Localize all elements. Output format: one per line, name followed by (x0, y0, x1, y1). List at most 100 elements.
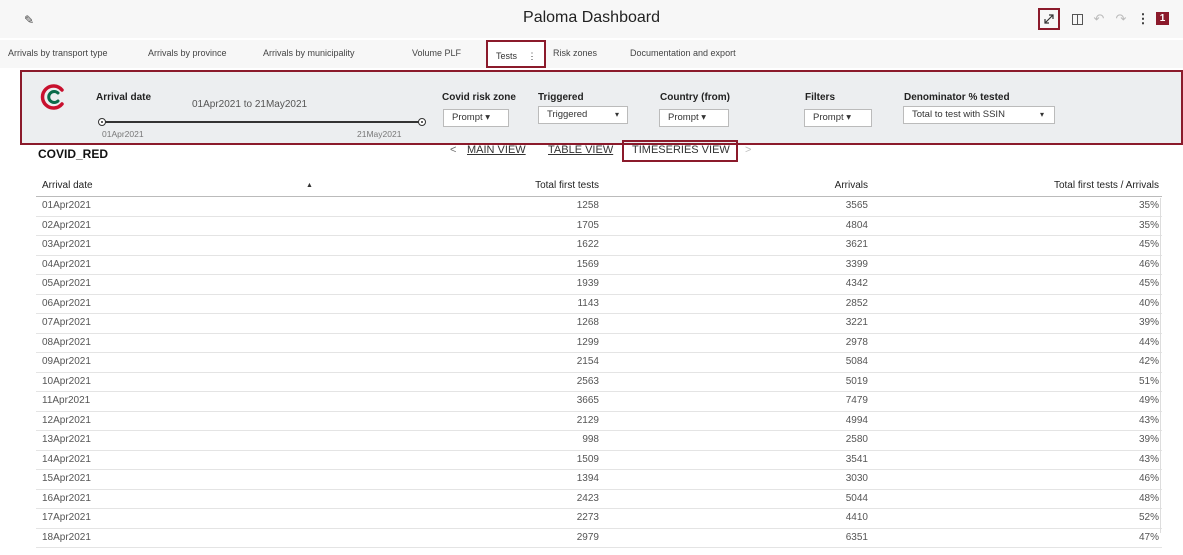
denominator-value: Total to test with SSIN (912, 109, 1005, 120)
table-row[interactable]: 14Apr2021 1509 3541 43% (36, 451, 1162, 470)
filters-label: Filters (805, 92, 836, 103)
cell-arrivals: 3030 (845, 473, 868, 484)
next-view-arrow[interactable]: > (745, 144, 751, 156)
cell-total-first-tests: 2979 (576, 531, 599, 543)
tab-volume-plf[interactable]: Volume PLF (412, 48, 461, 58)
cell-arrivals: 3565 (845, 200, 868, 211)
cell-arrivals: 4342 (845, 278, 868, 289)
table-row[interactable]: 12Apr2021 2129 4994 43% (36, 412, 1162, 431)
country-select[interactable]: Prompt ▾ (659, 109, 729, 127)
timeseries-view-link[interactable]: TIMESERIES VIEW (622, 140, 738, 162)
tab-tests[interactable]: Tests ⋮ (486, 40, 546, 68)
table-row[interactable]: 18Apr2021 2979 6351 47% (36, 529, 1162, 548)
cell-arrival-date: 12Apr2021 (42, 414, 91, 426)
maximize-icon[interactable] (1038, 8, 1060, 30)
notification-badge[interactable]: 1 (1156, 12, 1169, 25)
panel-icon[interactable] (1066, 8, 1088, 30)
cell-arrival-date: 16Apr2021 (42, 492, 91, 504)
table-row[interactable]: 10Apr2021 2563 5019 51% (36, 373, 1162, 392)
tab-risk-zones[interactable]: Risk zones (553, 48, 597, 58)
cell-ratio: 35% (1138, 219, 1159, 231)
cell-arrival-date: 14Apr2021 (42, 453, 91, 465)
cell-total-first-tests: 2423 (576, 492, 599, 504)
cell-ratio: 46% (1138, 258, 1159, 270)
cell-ratio: 42% (1138, 356, 1159, 367)
cell-ratio: 43% (1138, 414, 1159, 426)
cell-arrivals: 2852 (845, 297, 868, 309)
cell-ratio: 45% (1138, 278, 1159, 289)
page-title: Paloma Dashboard (523, 9, 660, 26)
cell-arrival-date: 18Apr2021 (42, 531, 91, 543)
cell-total-first-tests: 2273 (576, 512, 599, 523)
col-header-ratio[interactable]: Total first tests / Arrivals (1054, 180, 1159, 191)
table-body: 01Apr2021 1258 3565 35% 02Apr2021 1705 4804 35%… (36, 197, 1162, 548)
view-switcher: < MAIN VIEW TABLE VIEW TIMESERIES VIEW > (450, 140, 760, 162)
col-header-total-first-tests[interactable]: Total first tests (535, 180, 599, 191)
cell-ratio: 39% (1138, 317, 1159, 328)
table-row[interactable]: 05Apr2021 1939 4342 45% (36, 275, 1162, 295)
country-label: Country (from) (660, 92, 730, 103)
cell-arrival-date: 03Apr2021 (42, 239, 91, 250)
arrival-date-label: Arrival date (96, 92, 152, 103)
cell-arrivals: 5044 (845, 492, 868, 504)
covid-risk-select[interactable]: Prompt ▾ (443, 109, 509, 127)
cell-ratio: 47% (1138, 531, 1159, 543)
cell-arrival-date: 06Apr2021 (42, 297, 91, 309)
cell-total-first-tests: 998 (582, 434, 599, 445)
tab-menu-icon[interactable]: ⋮ (528, 51, 537, 61)
date-slider-end-handle[interactable] (418, 118, 426, 126)
cell-ratio: 39% (1138, 434, 1159, 445)
prev-view-arrow[interactable]: < (450, 144, 456, 156)
cell-arrivals: 4804 (845, 219, 868, 231)
more-icon[interactable]: ⋮ (1132, 8, 1154, 30)
cell-arrivals: 3621 (845, 239, 868, 250)
col-header-arrival-date[interactable]: Arrival date (42, 180, 93, 191)
cell-total-first-tests: 3665 (576, 395, 599, 406)
main-view-link[interactable]: MAIN VIEW (467, 144, 526, 156)
table-row[interactable]: 01Apr2021 1258 3565 35% (36, 197, 1162, 217)
tab-arrivals-province[interactable]: Arrivals by province (148, 48, 227, 58)
table-row[interactable]: 07Apr2021 1268 3221 39% (36, 314, 1162, 334)
cell-arrival-date: 02Apr2021 (42, 219, 91, 231)
table-row[interactable]: 16Apr2021 2423 5044 48% (36, 490, 1162, 509)
tab-arrivals-municipality[interactable]: Arrivals by municipality (263, 48, 355, 58)
table-row[interactable]: 08Apr2021 1299 2978 44% (36, 334, 1162, 353)
filters-select[interactable]: Prompt ▾ (804, 109, 872, 127)
table-row[interactable]: 17Apr2021 2273 4410 52% (36, 509, 1162, 529)
table-view-link[interactable]: TABLE VIEW (548, 144, 613, 156)
logo-icon (40, 84, 66, 110)
cell-arrival-date: 04Apr2021 (42, 258, 91, 270)
date-slider-start-handle[interactable] (98, 118, 106, 126)
cell-arrivals: 3221 (845, 317, 868, 328)
redo-icon[interactable]: ↷ (1110, 8, 1132, 30)
cell-arrival-date: 09Apr2021 (42, 356, 91, 367)
cell-ratio: 35% (1138, 200, 1159, 211)
denominator-select[interactable]: Total to test with SSIN ▾ (903, 106, 1055, 124)
tab-tests-label: Tests (496, 51, 518, 61)
tab-arrivals-transport[interactable]: Arrivals by transport type (8, 48, 108, 58)
cell-total-first-tests: 2154 (576, 356, 599, 367)
cell-arrival-date: 07Apr2021 (42, 317, 91, 328)
sort-ascending-icon[interactable]: ▲ (306, 182, 313, 189)
cell-total-first-tests: 1622 (576, 239, 599, 250)
col-header-arrivals[interactable]: Arrivals (835, 180, 868, 191)
undo-icon[interactable]: ↶ (1088, 8, 1110, 30)
slider-max-label: 21May2021 (357, 129, 402, 139)
table-row[interactable]: 09Apr2021 2154 5084 42% (36, 353, 1162, 373)
cell-ratio: 52% (1138, 512, 1159, 523)
date-slider-track[interactable] (102, 121, 422, 123)
tab-documentation[interactable]: Documentation and export (630, 48, 736, 58)
table-row[interactable]: 04Apr2021 1569 3399 46% (36, 256, 1162, 275)
table-row[interactable]: 15Apr2021 1394 3030 46% (36, 470, 1162, 490)
table-row[interactable]: 06Apr2021 1143 2852 40% (36, 295, 1162, 314)
triggered-select[interactable]: Triggered ▾ (538, 106, 628, 124)
table-row[interactable]: 02Apr2021 1705 4804 35% (36, 217, 1162, 236)
cell-total-first-tests: 1268 (576, 317, 599, 328)
table-row[interactable]: 11Apr2021 3665 7479 49% (36, 392, 1162, 412)
table-row[interactable]: 13Apr2021 998 2580 39% (36, 431, 1162, 451)
top-bar: ✎ Paloma Dashboard ↶ ↷ ⋮ 1 (0, 0, 1183, 38)
chevron-down-icon: ▾ (614, 110, 619, 119)
table-row[interactable]: 03Apr2021 1622 3621 45% (36, 236, 1162, 256)
cell-ratio: 43% (1138, 453, 1159, 465)
table-scrollbar[interactable] (1160, 198, 1161, 533)
